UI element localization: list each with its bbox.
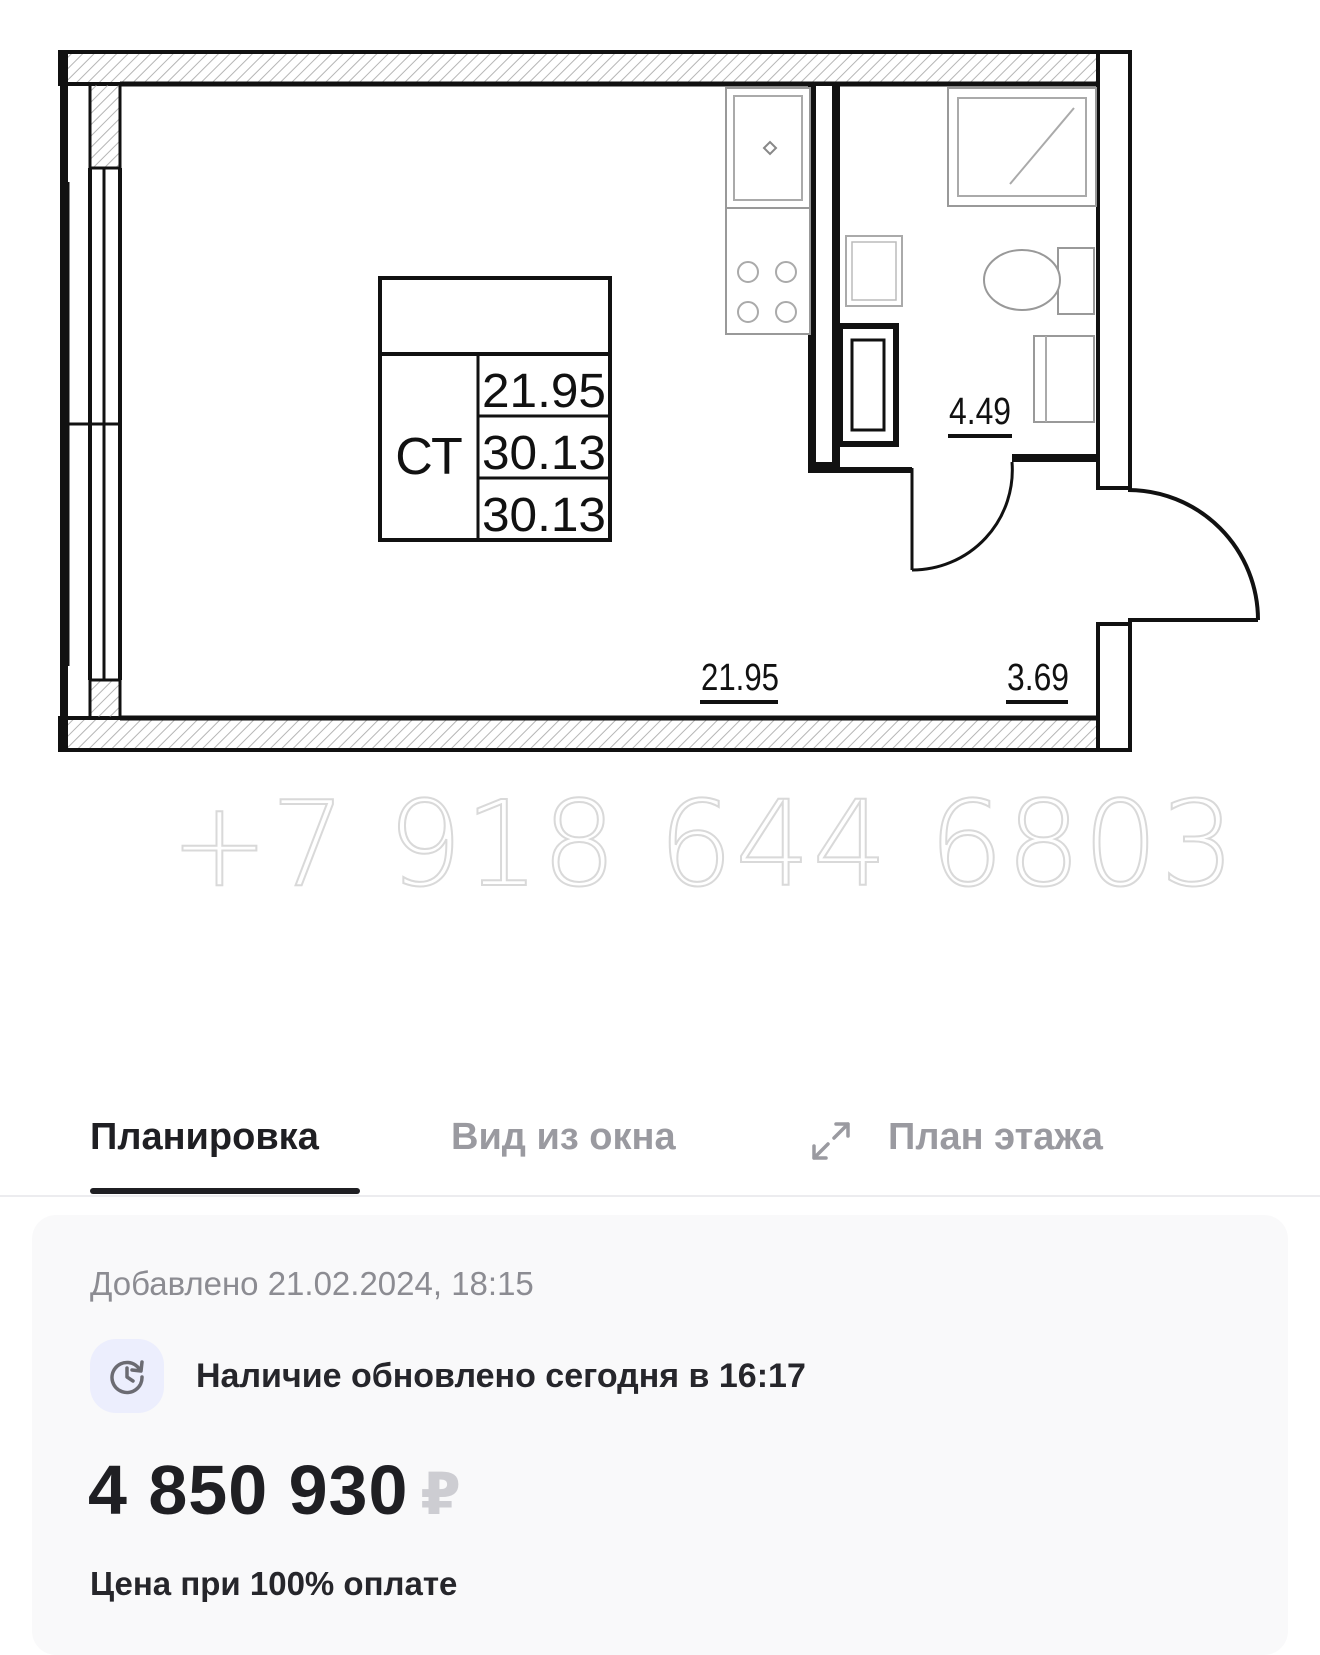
hall-area-label: 3.69 (1007, 657, 1069, 699)
media-tabs: Планировка Вид из окна План этажа (0, 1098, 1320, 1196)
tab-floor-plan[interactable]: План этажа (888, 1116, 1103, 1159)
room-code-label: СТ (395, 428, 463, 486)
added-date: Добавлено 21.02.2024, 18:15 (90, 1265, 534, 1302)
price: 4 850 930 ₽ (88, 1450, 461, 1530)
price-currency: ₽ (420, 1462, 461, 1527)
room-area-label: 21.95 (701, 657, 779, 699)
listing-info-card: Добавлено 21.02.2024, 18:15 Наличие обно… (32, 1215, 1288, 1655)
active-tab-indicator (90, 1188, 360, 1194)
tab-layout[interactable]: Планировка (90, 1116, 319, 1159)
price-value: 4 850 930 (88, 1451, 409, 1529)
expand-icon[interactable] (808, 1118, 854, 1164)
floor-plan: СТ 21.95 30.13 30.13 21.95 4.49 3.69 +7 … (0, 0, 1320, 1000)
room-table-value: 21.95 (482, 365, 606, 418)
phone-watermark: +7 918 644 6803 (169, 774, 1238, 914)
availability-status: Наличие обновлено сегодня в 16:17 (196, 1357, 806, 1395)
room-table-value: 30.13 (482, 489, 606, 542)
bathroom-area-label: 4.49 (949, 391, 1011, 433)
clock-refresh-icon (90, 1339, 164, 1413)
room-table-value: 30.13 (482, 427, 606, 480)
price-note: Цена при 100% оплате (90, 1565, 458, 1602)
tabs-divider (0, 1195, 1320, 1197)
tab-window-view[interactable]: Вид из окна (451, 1116, 676, 1159)
floor-plan-drawing: СТ 21.95 30.13 30.13 21.95 4.49 3.69 (58, 50, 1260, 752)
